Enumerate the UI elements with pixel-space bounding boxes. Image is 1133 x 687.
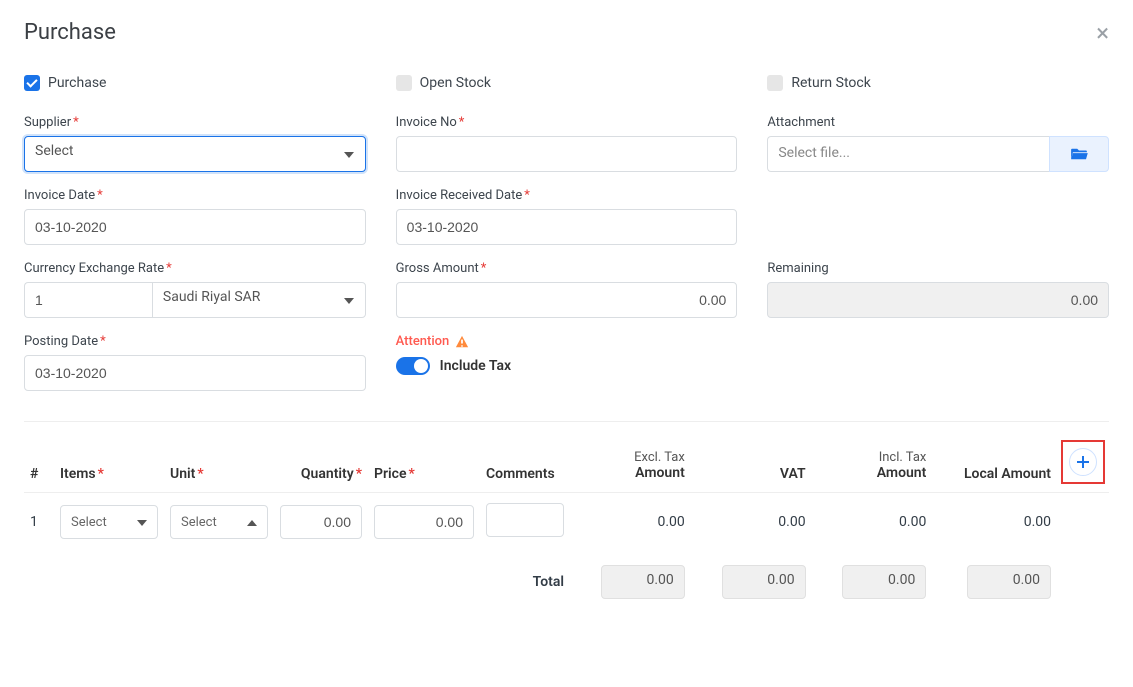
invoice-received-date-label: Invoice Received Date* [396, 188, 738, 203]
invoice-date-input[interactable] [24, 209, 366, 245]
gross-amount-input[interactable] [396, 282, 738, 318]
total-excl: 0.00 [601, 565, 685, 599]
return-stock-check-label: Return Stock [791, 75, 870, 91]
purchase-checkbox[interactable] [24, 75, 40, 91]
return-stock-checkbox[interactable] [767, 75, 783, 91]
total-incl: 0.00 [842, 565, 926, 599]
open-stock-check-label: Open Stock [420, 75, 491, 91]
col-unit: Unit* [164, 432, 274, 493]
divider [24, 421, 1109, 422]
include-tax-toggle[interactable] [396, 357, 430, 375]
currency-select[interactable]: Saudi Riyal SAR [152, 282, 366, 318]
col-comments: Comments [480, 432, 570, 493]
row-index: 1 [24, 493, 54, 552]
row-unit-select[interactable]: Select [170, 505, 268, 539]
attachment-input[interactable]: Select file... [767, 136, 1049, 172]
close-icon[interactable]: × [1096, 21, 1109, 45]
warning-icon [455, 335, 469, 349]
row-item-select[interactable]: Select [60, 505, 158, 539]
col-index: # [24, 432, 54, 493]
attachment-label: Attachment [767, 115, 1109, 130]
row-incl-amount: 0.00 [812, 493, 933, 552]
attention-label: Attention [396, 334, 738, 349]
posting-date-label: Posting Date* [24, 334, 366, 349]
total-vat: 0.00 [722, 565, 806, 599]
invoice-received-date-input[interactable] [396, 209, 738, 245]
row-comments-input[interactable] [486, 503, 564, 537]
total-local: 0.00 [967, 565, 1051, 599]
row-local-amount: 0.00 [932, 493, 1057, 552]
row-excl-amount: 0.00 [570, 493, 691, 552]
supplier-label: Supplier* [24, 115, 366, 130]
plus-icon [1076, 455, 1090, 469]
total-label: Total [480, 551, 570, 609]
gross-amount-label: Gross Amount* [396, 261, 738, 276]
invoice-no-input[interactable] [396, 136, 738, 172]
attachment-browse-button[interactable] [1049, 136, 1109, 172]
row-price-input[interactable] [374, 505, 474, 539]
exchange-rate-input[interactable] [24, 282, 152, 318]
col-incl-amount: Incl. Tax Amount [812, 432, 933, 493]
page-title: Purchase [24, 20, 116, 45]
col-price: Price* [368, 432, 480, 493]
add-row-button[interactable] [1069, 448, 1097, 476]
currency-exchange-label: Currency Exchange Rate* [24, 261, 366, 276]
purchase-check-label: Purchase [48, 75, 106, 91]
row-qty-input[interactable] [280, 505, 362, 539]
col-excl-amount: Excl. Tax Amount [570, 432, 691, 493]
invoice-date-label: Invoice Date* [24, 188, 366, 203]
table-row: 1 Select Select 0.00 0.00 0.00 0.00 [24, 493, 1109, 552]
supplier-select[interactable]: Select [24, 136, 366, 172]
col-vat: VAT [691, 432, 812, 493]
col-local-amount: Local Amount [932, 432, 1057, 493]
remaining-label: Remaining [767, 261, 1109, 276]
col-items: Items* [54, 432, 164, 493]
chevron-up-icon [247, 515, 257, 530]
posting-date-input[interactable] [24, 355, 366, 391]
chevron-down-icon [137, 515, 147, 530]
folder-open-icon [1070, 147, 1088, 161]
remaining-input [767, 282, 1109, 318]
open-stock-checkbox[interactable] [396, 75, 412, 91]
row-vat: 0.00 [691, 493, 812, 552]
invoice-no-label: Invoice No* [396, 115, 738, 130]
col-qty: Quantity* [274, 432, 368, 493]
include-tax-label: Include Tax [440, 358, 511, 374]
